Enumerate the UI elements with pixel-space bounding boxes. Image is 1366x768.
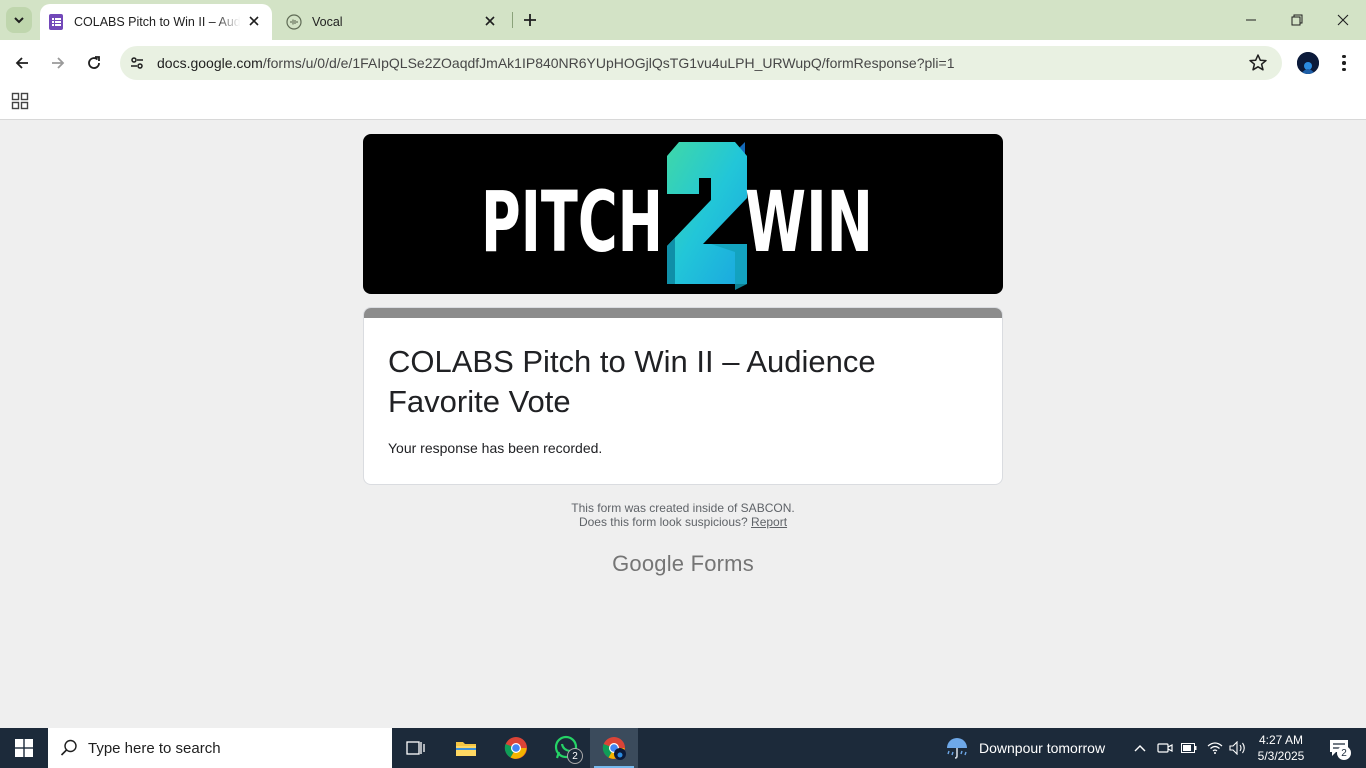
profile-avatar[interactable] <box>1297 52 1319 74</box>
whatsapp-button[interactable]: 2 <box>542 728 590 768</box>
avatar-image-icon <box>1297 52 1319 74</box>
restore-button[interactable] <box>1274 0 1320 40</box>
taskbar-search-placeholder: Type here to search <box>88 739 221 757</box>
tab-separator <box>512 12 513 28</box>
banner-text-win: WIN <box>745 173 873 271</box>
tab-vocal[interactable]: Vocal <box>276 4 508 40</box>
card-accent-bar <box>364 308 1002 318</box>
windows-taskbar: Type here to search 2 Downpour tomorrow … <box>0 728 1366 768</box>
weather-widget[interactable]: Downpour tomorrow <box>944 728 1105 768</box>
tab-search-button[interactable] <box>6 7 32 33</box>
reload-icon <box>88 56 100 69</box>
url-path: /forms/u/0/d/e/1FAIpQLSe2ZOaqdfJmAk1IP84… <box>262 55 955 71</box>
forward-button[interactable] <box>44 49 72 77</box>
tune-icon <box>131 57 143 69</box>
close-tab-icon[interactable] <box>246 13 262 29</box>
confirmation-message: Your response has been recorded. <box>388 440 603 456</box>
arrow-left-icon <box>15 57 28 69</box>
menu-button[interactable] <box>1334 51 1354 75</box>
google-forms-logo[interactable]: Google Forms <box>0 551 1366 577</box>
vocal-icon <box>286 14 302 30</box>
google-forms-icon <box>49 14 63 30</box>
address-bar[interactable]: docs.google.com/forms/u/0/d/e/1FAIpQLSe2… <box>120 46 1282 80</box>
close-tab-icon[interactable] <box>482 13 498 29</box>
suspicious-row: Does this form look suspicious? Report <box>0 515 1366 529</box>
star-icon[interactable] <box>1248 53 1268 73</box>
close-window-button[interactable] <box>1320 0 1366 40</box>
google-wordmark: Google <box>612 551 685 576</box>
camera-icon <box>1157 743 1173 753</box>
page-content: PITCH 2 WIN COLABS Pitch to Win II – Aud… <box>0 121 1366 728</box>
chrome-icon <box>504 737 527 759</box>
chrome-profile-button[interactable] <box>590 728 638 768</box>
speaker-icon <box>1229 741 1245 755</box>
url-host: docs.google.com <box>157 55 263 71</box>
arrow-right-icon <box>52 57 65 69</box>
notification-center-button[interactable]: 2 <box>1318 728 1360 768</box>
clock-time: 4:27 AM <box>1258 733 1304 747</box>
clock-date: 5/3/2025 <box>1257 749 1305 763</box>
banner-text-pitch: PITCH <box>481 173 663 271</box>
battery-button[interactable] <box>1179 728 1199 768</box>
site-info-button[interactable] <box>123 49 151 77</box>
tab-google-forms[interactable]: COLABS Pitch to Win II – Audience Favori… <box>40 4 272 40</box>
umbrella-rain-icon <box>947 738 967 759</box>
network-button[interactable] <box>1204 728 1226 768</box>
taskbar-clock[interactable]: 4:27 AM 5/3/2025 <box>1256 728 1306 768</box>
form-header-banner: PITCH 2 WIN <box>363 134 1003 294</box>
browser-toolbar: docs.google.com/forms/u/0/d/e/1FAIpQLSe2… <box>0 40 1366 86</box>
chevron-down-icon <box>14 17 24 24</box>
wifi-icon <box>1207 742 1223 754</box>
apps-grid-icon[interactable] <box>11 92 29 110</box>
chevron-up-icon <box>1134 745 1146 752</box>
battery-icon <box>1181 743 1197 753</box>
tab-title: COLABS Pitch to Win II – Audience Favori… <box>74 15 240 29</box>
volume-button[interactable] <box>1227 728 1249 768</box>
plus-icon <box>524 14 536 26</box>
meet-now-button[interactable] <box>1155 728 1175 768</box>
whatsapp-badge: 2 <box>567 748 583 764</box>
back-button[interactable] <box>8 49 36 77</box>
folder-icon <box>456 742 476 756</box>
chrome-button[interactable] <box>492 728 540 768</box>
task-view-button[interactable] <box>392 728 440 768</box>
new-tab-button[interactable] <box>518 8 542 32</box>
tab-strip: COLABS Pitch to Win II – Audience Favori… <box>0 0 1366 40</box>
task-view-icon <box>406 741 425 755</box>
close-icon <box>1337 14 1349 26</box>
restore-icon <box>1291 14 1303 26</box>
show-hidden-icons-button[interactable] <box>1130 728 1150 768</box>
chrome-profile-icon <box>602 737 626 760</box>
file-explorer-button[interactable] <box>442 728 490 768</box>
tab-title: Vocal <box>312 15 343 29</box>
start-button[interactable] <box>0 728 48 768</box>
pitch2win-logo: PITCH 2 WIN <box>481 142 873 290</box>
search-icon <box>60 739 77 756</box>
form-footer-note: This form was created inside of SABCON. … <box>0 501 1366 529</box>
forms-wordmark: Forms <box>690 551 754 576</box>
created-note: This form was created inside of SABCON. <box>571 501 795 515</box>
minimize-icon <box>1246 19 1256 21</box>
windows-logo-icon <box>15 739 33 757</box>
notification-count: 2 <box>1337 746 1351 760</box>
report-link[interactable]: Report <box>751 515 787 529</box>
taskbar-search[interactable]: Type here to search <box>48 728 392 768</box>
url-text: docs.google.com/forms/u/0/d/e/1FAIpQLSe2… <box>157 55 954 71</box>
suspicious-prompt: Does this form look suspicious? <box>578 515 748 529</box>
form-title: COLABS Pitch to Win II – Audience Favori… <box>388 344 876 419</box>
minimize-button[interactable] <box>1228 0 1274 40</box>
bookmarks-bar <box>0 86 1366 120</box>
weather-text: Downpour tomorrow <box>979 740 1106 756</box>
reload-button[interactable] <box>80 49 108 77</box>
response-card: COLABS Pitch to Win II – Audience Favori… <box>363 307 1003 485</box>
